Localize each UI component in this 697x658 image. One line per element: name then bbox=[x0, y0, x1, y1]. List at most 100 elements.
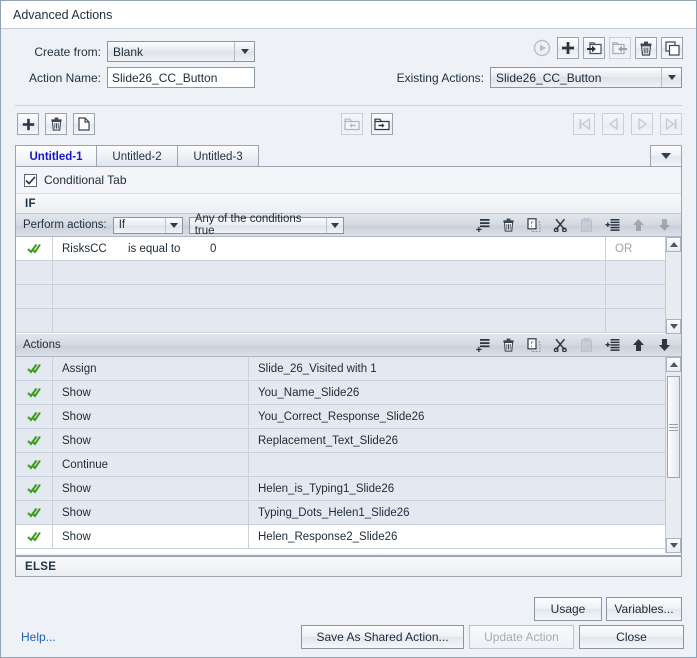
action-row[interactable]: Show You_Correct_Response_Slide26 bbox=[16, 405, 665, 429]
action-target: Replacement_Text_Slide26 bbox=[258, 434, 399, 447]
condition-join: OR bbox=[605, 237, 665, 260]
action-enabled-checkmark[interactable] bbox=[16, 429, 53, 452]
else-label: ELSE bbox=[25, 560, 57, 573]
variables-button[interactable]: Variables... bbox=[606, 597, 682, 621]
tab-label: Untitled-3 bbox=[193, 150, 243, 163]
action-enabled-checkmark[interactable] bbox=[16, 453, 53, 476]
condition-row[interactable] bbox=[16, 261, 665, 285]
existing-actions-select[interactable]: Slide26_CC_Button bbox=[490, 67, 682, 88]
move-condition-up-button[interactable] bbox=[625, 214, 651, 236]
action-enabled-checkmark[interactable] bbox=[16, 357, 53, 380]
perform-actions-select[interactable]: If bbox=[112, 216, 183, 234]
scroll-thumb[interactable] bbox=[667, 376, 680, 478]
action-row[interactable]: Show Helen_is_Typing1_Slide26 bbox=[16, 477, 665, 501]
action-enabled-checkmark[interactable] bbox=[16, 405, 53, 428]
top-form-area: Create from: Blank Action Name: Slide26_… bbox=[1, 29, 696, 97]
update-action-button[interactable]: Update Action bbox=[469, 625, 574, 649]
existing-actions-value: Slide26_CC_Button bbox=[496, 70, 602, 85]
action-enabled-checkmark[interactable] bbox=[16, 501, 53, 524]
condition-enabled-checkmark[interactable] bbox=[16, 309, 53, 332]
next-tab-button[interactable] bbox=[631, 113, 653, 135]
scroll-up-button[interactable] bbox=[666, 357, 681, 372]
condition-row[interactable] bbox=[16, 309, 665, 333]
close-button[interactable]: Close bbox=[579, 625, 684, 649]
condition-operator bbox=[128, 285, 210, 308]
first-tab-button[interactable] bbox=[573, 113, 595, 135]
action-target: You_Name_Slide26 bbox=[258, 386, 360, 399]
action-row[interactable]: Assign Slide_26_Visited with 1 bbox=[16, 357, 665, 381]
condition-row[interactable]: RisksCC is equal to 0 OR bbox=[16, 237, 665, 261]
condition-enabled-checkmark[interactable] bbox=[16, 285, 53, 308]
paste-condition-button[interactable] bbox=[573, 214, 599, 236]
cut-condition-button[interactable] bbox=[547, 214, 573, 236]
move-tab-left-button[interactable] bbox=[341, 113, 363, 135]
action-target: Slide_26_Visited with 1 bbox=[258, 362, 377, 375]
dialog-footer: Usage Variables... Help... Save As Share… bbox=[1, 579, 696, 657]
condition-row[interactable] bbox=[16, 285, 665, 309]
delete-action-row-button[interactable] bbox=[495, 334, 521, 356]
actions-scrollbar[interactable] bbox=[665, 357, 681, 553]
insert-action-button[interactable] bbox=[599, 334, 625, 356]
scroll-up-button[interactable] bbox=[666, 237, 681, 252]
green-double-check-icon bbox=[27, 387, 41, 398]
delete-condition-button[interactable] bbox=[495, 214, 521, 236]
create-new-action-button[interactable] bbox=[557, 37, 579, 59]
action-enabled-checkmark[interactable] bbox=[16, 477, 53, 500]
conditional-tab-label: Conditional Tab bbox=[44, 173, 127, 187]
delete-tab-button[interactable] bbox=[45, 113, 67, 135]
add-action-button[interactable] bbox=[469, 334, 495, 356]
action-type: Show bbox=[53, 381, 249, 404]
scroll-track[interactable] bbox=[666, 252, 681, 319]
move-condition-down-button[interactable] bbox=[651, 214, 677, 236]
move-action-up-button[interactable] bbox=[625, 334, 651, 356]
copy-action-button[interactable] bbox=[521, 334, 547, 356]
duplicate-action-button[interactable] bbox=[661, 37, 683, 59]
save-as-shared-action-button[interactable]: Save As Shared Action... bbox=[301, 625, 464, 649]
chevron-down-icon bbox=[325, 217, 343, 233]
action-name-input[interactable]: Slide26_CC_Button bbox=[107, 67, 255, 88]
duplicate-tab-button[interactable] bbox=[73, 113, 95, 135]
help-link[interactable]: Help... bbox=[21, 630, 56, 644]
tab-untitled-3[interactable]: Untitled-3 bbox=[177, 145, 259, 167]
tab-overflow-button[interactable] bbox=[650, 145, 682, 167]
usage-button[interactable]: Usage bbox=[534, 597, 602, 621]
export-action-button[interactable] bbox=[583, 37, 605, 59]
delete-action-button[interactable] bbox=[635, 37, 657, 59]
action-row[interactable]: Show Replacement_Text_Slide26 bbox=[16, 429, 665, 453]
scroll-thumb-grip bbox=[669, 422, 678, 433]
move-tab-right-button[interactable] bbox=[371, 113, 393, 135]
action-name-row: Action Name: Slide26_CC_Button bbox=[15, 67, 255, 88]
tab-untitled-2[interactable]: Untitled-2 bbox=[96, 145, 178, 167]
insert-condition-button[interactable] bbox=[599, 214, 625, 236]
action-row[interactable]: Show Typing_Dots_Helen1_Slide26 bbox=[16, 501, 665, 525]
condition-enabled-checkmark[interactable] bbox=[16, 261, 53, 284]
action-name-label: Action Name: bbox=[28, 70, 101, 85]
import-action-button[interactable] bbox=[609, 37, 631, 59]
action-enabled-checkmark[interactable] bbox=[16, 381, 53, 404]
action-target: Helen_Response2_Slide26 bbox=[258, 530, 398, 543]
conditional-tab-checkbox[interactable] bbox=[24, 173, 37, 187]
scroll-down-button[interactable] bbox=[666, 319, 681, 334]
tab-label: Untitled-2 bbox=[112, 150, 162, 163]
action-row[interactable]: Show You_Name_Slide26 bbox=[16, 381, 665, 405]
action-row[interactable]: Continue bbox=[16, 453, 665, 477]
previous-tab-button[interactable] bbox=[602, 113, 624, 135]
scroll-down-button[interactable] bbox=[666, 538, 681, 553]
chevron-down-icon bbox=[661, 68, 681, 87]
save-as-shared-action-label: Save As Shared Action... bbox=[316, 630, 449, 644]
conditions-scrollbar[interactable] bbox=[665, 237, 681, 334]
tab-untitled-1[interactable]: Untitled-1 bbox=[15, 145, 97, 167]
action-row[interactable]: Show Helen_Response2_Slide26 bbox=[16, 525, 665, 549]
paste-action-button[interactable] bbox=[573, 334, 599, 356]
last-tab-button[interactable] bbox=[660, 113, 682, 135]
action-enabled-checkmark[interactable] bbox=[16, 525, 53, 548]
condition-enabled-checkmark[interactable] bbox=[16, 237, 53, 260]
add-tab-button[interactable] bbox=[17, 113, 39, 135]
condition-mode-select[interactable]: Any of the conditions true bbox=[188, 213, 344, 237]
copy-condition-button[interactable] bbox=[521, 214, 547, 236]
preview-action-button[interactable] bbox=[531, 37, 553, 59]
create-from-select[interactable]: Blank bbox=[107, 41, 255, 62]
move-action-down-button[interactable] bbox=[651, 334, 677, 356]
add-condition-button[interactable] bbox=[469, 214, 495, 236]
cut-action-button[interactable] bbox=[547, 334, 573, 356]
